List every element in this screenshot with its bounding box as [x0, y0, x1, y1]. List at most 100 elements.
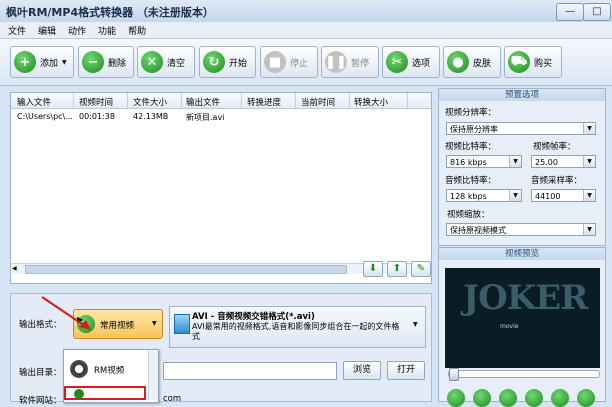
minus-icon: −	[82, 51, 104, 73]
menu-help[interactable]: 帮助	[120, 22, 150, 37]
stop-button[interactable]: ■ 停止	[260, 46, 318, 78]
stop-icon: ■	[264, 51, 286, 73]
scale-select[interactable]: 保持原视频模式 ▼	[446, 223, 596, 236]
seek-slider[interactable]	[448, 368, 600, 381]
maximize-button[interactable]: □	[583, 3, 611, 21]
chevron-down-icon: ▼	[62, 58, 67, 66]
start-button[interactable]: ↻ 开始	[199, 46, 256, 78]
pause-icon: ❚❚	[325, 51, 347, 73]
col-converted-size[interactable]: 转换大小	[354, 96, 388, 108]
preview-screen: JOKER movie	[445, 268, 600, 368]
col-current-time[interactable]: 当前时间	[301, 96, 335, 108]
buy-button[interactable]: ⛟ 购买	[504, 46, 562, 78]
delete-button[interactable]: − 删除	[78, 46, 134, 78]
framerate-select[interactable]: 25.00 ▼	[531, 155, 596, 168]
browse-button[interactable]: 浏览	[343, 361, 381, 380]
dropdown-item-rm[interactable]: RM视频	[70, 356, 150, 382]
delete-label: 删除	[108, 58, 127, 69]
col-size[interactable]: 文件大小	[133, 96, 167, 108]
menu-bar: 文件 编辑 动作 功能 帮助	[0, 22, 612, 39]
audio-bitrate-value: 128 kbps	[450, 192, 487, 201]
play-icon[interactable]	[447, 389, 465, 407]
refresh-icon: ↻	[203, 51, 225, 73]
window-title: 枫叶RM/MP4格式转换器 （未注册版本）	[6, 6, 214, 19]
resolution-label: 视频分辨率：	[445, 108, 497, 118]
chevron-down-icon: ▼	[509, 156, 521, 167]
format-description: AVI最常用的视频格式,语音和影像同步组合在一起的文件格式	[192, 322, 400, 341]
snapshot-icon[interactable]	[577, 389, 595, 407]
movie-title: JOKER	[463, 278, 588, 318]
play-icon	[74, 389, 84, 399]
menu-edit[interactable]: 编辑	[30, 22, 60, 37]
row-output: 新项目.avi	[186, 113, 225, 122]
plus-icon: +	[14, 51, 36, 73]
pause-button[interactable]: ❚❚ 暂停	[321, 46, 379, 78]
row-input: C:\Users\pc\...	[17, 112, 73, 121]
move-up-button[interactable]: ⬆	[387, 261, 407, 277]
col-output-file[interactable]: 输出文件	[186, 96, 220, 108]
format-name: AVI - 音频视频交错格式(*.avi)	[192, 312, 315, 322]
audio-bitrate-select[interactable]: 128 kbps ▼	[446, 189, 522, 202]
clear-icon: ✕	[141, 51, 163, 73]
file-list-header: 输入文件 视频时间 文件大小 输出文件 转换进度 当前时间 转换大小	[11, 93, 431, 109]
audio-bitrate-label: 音频比特率：	[445, 176, 497, 186]
clear-label: 清空	[167, 58, 186, 69]
format-category-dropdown: RM视频	[63, 349, 159, 403]
output-dir-input[interactable]	[163, 362, 337, 380]
format-select[interactable]: AVI - 音频视频交错格式(*.avi) AVI最常用的视频格式,语音和影像同…	[169, 306, 426, 348]
next-icon[interactable]	[551, 389, 569, 407]
scroll-left-icon[interactable]: ◀	[12, 265, 20, 273]
bitrate-select[interactable]: 816 kbps ▼	[446, 155, 522, 168]
preview-title: 视频预览	[439, 248, 605, 260]
scale-label: 视频缩放：	[447, 210, 490, 220]
apple-icon: ●	[447, 51, 469, 73]
menu-file[interactable]: 文件	[0, 22, 30, 37]
skin-button[interactable]: ● 皮肤	[443, 46, 501, 78]
bitrate-label: 视频比特率：	[445, 142, 497, 152]
chevron-down-icon: ▼	[583, 123, 595, 134]
resolution-select[interactable]: 保持原分辨率 ▼	[446, 122, 596, 135]
scrollbar-thumb[interactable]	[25, 265, 347, 274]
dropdown-item-highlighted[interactable]	[64, 386, 146, 400]
horizontal-scrollbar[interactable]: ◀ ▶	[11, 263, 411, 274]
dropdown-item-label: RM视频	[94, 366, 125, 376]
seek-handle[interactable]	[449, 368, 459, 381]
table-row[interactable]: C:\Users\pc\... 00:01:38 42.13MB 新项目.avi	[11, 109, 411, 123]
col-input-file[interactable]: 输入文件	[17, 96, 51, 108]
rm-video-icon	[70, 360, 88, 378]
col-duration[interactable]: 视频时间	[79, 96, 113, 108]
site-value: com	[163, 394, 182, 404]
dropdown-scrollbar[interactable]	[148, 350, 158, 400]
move-down-button[interactable]: ⬇	[363, 261, 383, 277]
prev-icon[interactable]	[525, 389, 543, 407]
bitrate-value: 816 kbps	[450, 158, 487, 167]
minimize-button[interactable]: —	[556, 3, 584, 21]
movie-subtitle: movie	[500, 323, 519, 330]
stop-label: 停止	[290, 58, 309, 69]
edit-button[interactable]: ✎	[411, 261, 431, 277]
add-button[interactable]: + 添加 ▼	[10, 46, 74, 78]
clear-button[interactable]: ✕ 清空	[137, 46, 195, 78]
stop-icon[interactable]	[499, 389, 517, 407]
add-label: 添加	[40, 58, 59, 69]
buy-label: 购买	[534, 58, 553, 69]
chevron-down-icon: ▼	[583, 190, 595, 201]
site-label: 软件网站：	[19, 396, 62, 406]
menu-function[interactable]: 功能	[90, 22, 120, 37]
options-button[interactable]: ✂ 选项	[382, 46, 440, 78]
start-label: 开始	[229, 58, 248, 69]
samplerate-value: 44100	[535, 192, 561, 201]
format-category-label: 常用视频	[100, 321, 135, 331]
skin-label: 皮肤	[473, 58, 492, 69]
file-list: 输入文件 视频时间 文件大小 输出文件 转换进度 当前时间 转换大小 C:\Us…	[10, 92, 432, 284]
menu-action[interactable]: 动作	[60, 22, 90, 37]
open-button[interactable]: 打开	[387, 361, 425, 380]
pause-label: 暂停	[351, 58, 370, 69]
scale-value: 保持原视频模式	[450, 226, 506, 235]
samplerate-select[interactable]: 44100 ▼	[531, 189, 596, 202]
chevron-down-icon: ▼	[583, 224, 595, 235]
red-arrow-annotation	[41, 296, 91, 330]
resolution-value: 保持原分辨率	[450, 125, 498, 134]
pause-icon[interactable]	[473, 389, 491, 407]
col-progress[interactable]: 转换进度	[247, 96, 281, 108]
